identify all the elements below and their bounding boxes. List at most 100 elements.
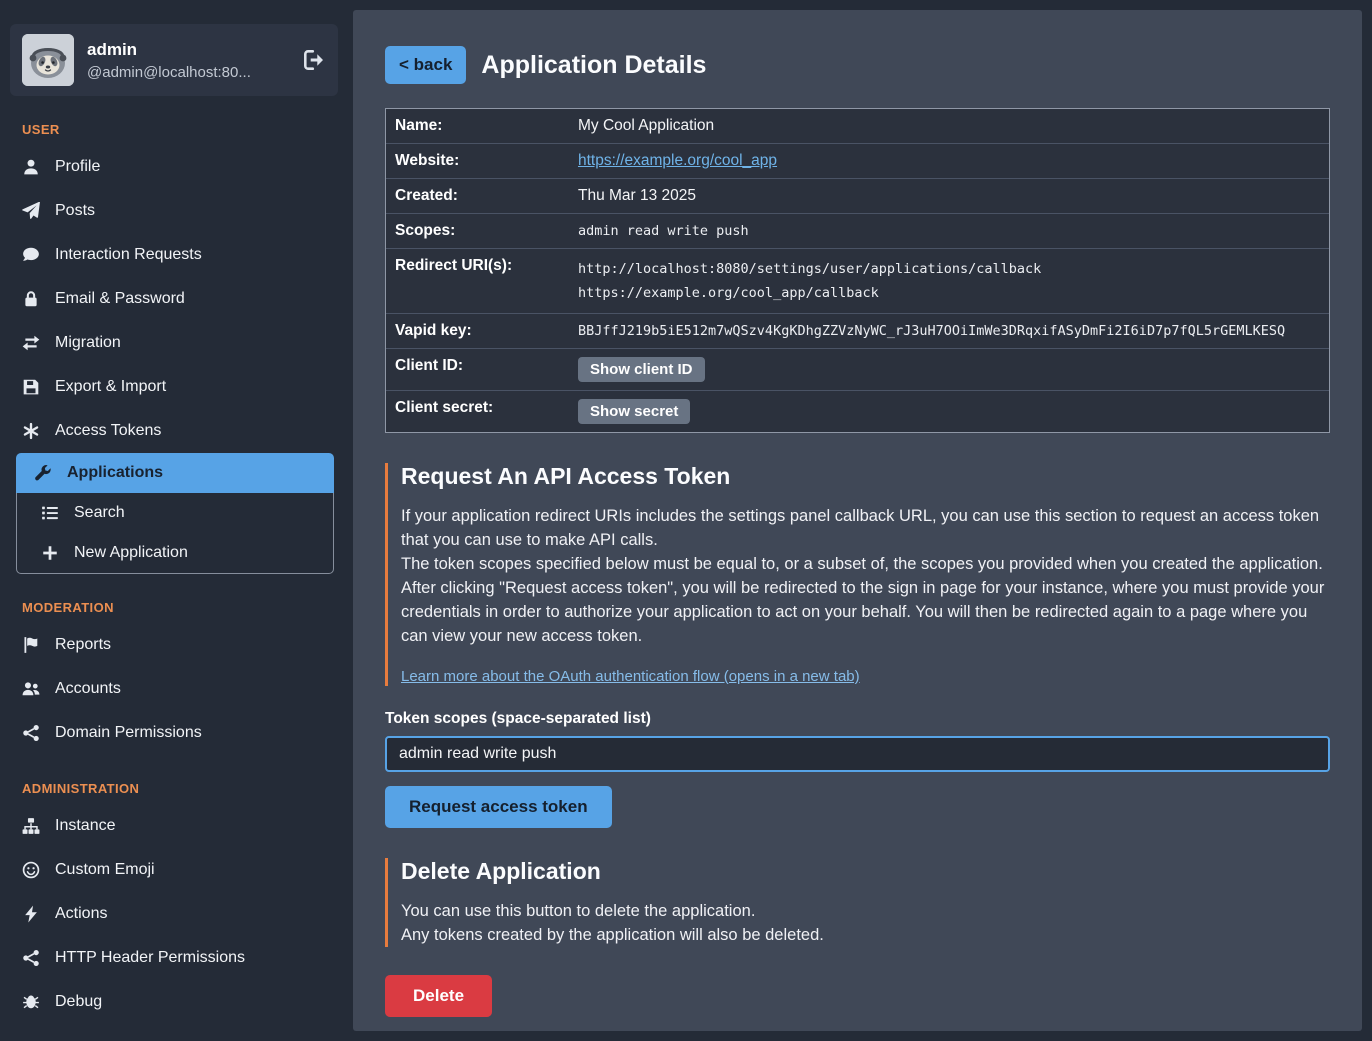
user-card: admin @admin@localhost:80... <box>10 24 338 96</box>
row-label: Scopes: <box>386 214 578 248</box>
section-title-moderation: MODERATION <box>22 600 345 615</box>
sidebar-item-custom-emoji[interactable]: Custom Emoji <box>0 848 345 892</box>
row-value: Show client ID <box>578 349 1329 390</box>
sidebar-item-label: New Application <box>74 542 188 564</box>
row-label: Vapid key: <box>386 314 578 348</box>
token-scopes-label: Token scopes (space-separated list) <box>385 710 1330 728</box>
sidebar-item-instance[interactable]: Instance <box>0 804 345 848</box>
sidebar-item-profile[interactable]: Profile <box>0 145 345 189</box>
row-label: Client ID: <box>386 349 578 390</box>
table-row-website: Website: https://example.org/cool_app <box>386 144 1329 179</box>
users-icon <box>22 680 40 698</box>
row-label: Website: <box>386 144 578 178</box>
sidebar-item-label: HTTP Header Permissions <box>55 947 245 969</box>
logout-icon[interactable] <box>302 48 326 72</box>
show-client-id-button[interactable]: Show client ID <box>578 357 705 382</box>
request-token-heading: Request An API Access Token <box>401 463 1330 490</box>
row-value: admin read write push <box>578 214 1329 248</box>
sidebar-item-label: Custom Emoji <box>55 859 155 881</box>
sidebar-item-label: Reports <box>55 634 111 656</box>
request-access-token-button[interactable]: Request access token <box>385 786 612 828</box>
sidebar-item-domain-permissions[interactable]: Domain Permissions <box>0 711 345 755</box>
row-value: Show secret <box>578 391 1329 432</box>
row-value: Thu Mar 13 2025 <box>578 179 1329 213</box>
user-name: admin <box>87 40 289 60</box>
delete-paragraph: Any tokens created by the application wi… <box>401 923 1330 947</box>
delete-button[interactable]: Delete <box>385 975 492 1017</box>
sidebar-item-http-header-permissions[interactable]: HTTP Header Permissions <box>0 936 345 980</box>
sidebar-item-label: Instance <box>55 815 115 837</box>
table-row-scopes: Scopes: admin read write push <box>386 214 1329 249</box>
sidebar-item-label: Access Tokens <box>55 420 161 442</box>
delete-application-heading: Delete Application <box>401 858 1330 885</box>
token-scopes-input[interactable] <box>385 736 1330 772</box>
redirect-uri: https://example.org/cool_app/callback <box>578 281 1319 305</box>
sidebar-item-label: Export & Import <box>55 376 166 398</box>
request-token-paragraph: The token scopes specified below must be… <box>401 552 1330 576</box>
sidebar-item-label: Email & Password <box>55 288 185 310</box>
sidebar-item-reports[interactable]: Reports <box>0 623 345 667</box>
bolt-icon <box>22 905 40 923</box>
main-panel: < back Application Details Name: My Cool… <box>353 10 1362 1031</box>
sidebar-item-migration[interactable]: Migration <box>0 321 345 365</box>
row-label: Redirect URI(s): <box>386 249 578 313</box>
oauth-docs-link[interactable]: Learn more about the OAuth authenticatio… <box>401 668 860 685</box>
table-row-name: Name: My Cool Application <box>386 109 1329 144</box>
applications-submenu: Search New Application <box>16 493 334 574</box>
sidebar-item-interaction-requests[interactable]: Interaction Requests <box>0 233 345 277</box>
sidebar-item-label: Search <box>74 502 125 524</box>
sidebar-item-label: Posts <box>55 200 95 222</box>
row-value: https://example.org/cool_app <box>578 144 1329 178</box>
sidebar-item-label: Actions <box>55 903 107 925</box>
list-icon <box>41 504 59 522</box>
lock-icon <box>22 290 40 308</box>
sidebar-item-label: Applications <box>67 462 163 484</box>
sidebar-item-actions[interactable]: Actions <box>0 892 345 936</box>
sidebar-item-label: Accounts <box>55 678 121 700</box>
sidebar: admin @admin@localhost:80... USER Profil… <box>0 0 345 1041</box>
applications-group: Applications Search New Application <box>16 453 334 574</box>
sidebar-item-label: Migration <box>55 332 121 354</box>
sidebar-item-label: Debug <box>55 991 102 1013</box>
redirect-uri: http://localhost:8080/settings/user/appl… <box>578 257 1319 281</box>
bug-icon <box>22 993 40 1011</box>
row-value: BBJffJ219b5iE512m7wQSzv4KgKDhgZZVzNyWC_r… <box>578 314 1329 348</box>
table-row-client-id: Client ID: Show client ID <box>386 349 1329 391</box>
page-header: < back Application Details <box>385 46 1330 84</box>
back-button[interactable]: < back <box>385 46 466 84</box>
smiley-icon <box>22 861 40 879</box>
sidebar-item-applications-search[interactable]: Search <box>17 493 333 533</box>
show-secret-button[interactable]: Show secret <box>578 399 690 424</box>
page-title: Application Details <box>481 51 706 80</box>
asterisk-icon <box>22 422 40 440</box>
website-link[interactable]: https://example.org/cool_app <box>578 152 777 170</box>
table-row-redirect-uris: Redirect URI(s): http://localhost:8080/s… <box>386 249 1329 314</box>
sidebar-item-accounts[interactable]: Accounts <box>0 667 345 711</box>
flag-icon <box>22 636 40 654</box>
sidebar-item-label: Domain Permissions <box>55 722 202 744</box>
request-token-paragraph: If your application redirect URIs includ… <box>401 504 1330 552</box>
sidebar-item-export-import[interactable]: Export & Import <box>0 365 345 409</box>
application-details-table: Name: My Cool Application Website: https… <box>385 108 1330 433</box>
arrows-left-right-icon <box>22 334 40 352</box>
sidebar-item-email-password[interactable]: Email & Password <box>0 277 345 321</box>
sidebar-item-posts[interactable]: Posts <box>0 189 345 233</box>
section-title-administration: ADMINISTRATION <box>22 781 345 796</box>
row-value: http://localhost:8080/settings/user/appl… <box>578 249 1329 313</box>
row-label: Name: <box>386 109 578 143</box>
sidebar-item-access-tokens[interactable]: Access Tokens <box>0 409 345 453</box>
sidebar-item-debug[interactable]: Debug <box>0 980 345 1024</box>
user-icon <box>22 158 40 176</box>
user-meta: admin @admin@localhost:80... <box>87 40 289 81</box>
share-nodes-icon <box>22 949 40 967</box>
sidebar-item-new-application[interactable]: New Application <box>17 533 333 573</box>
sloth-avatar <box>22 34 74 86</box>
row-value: My Cool Application <box>578 109 1329 143</box>
row-label: Created: <box>386 179 578 213</box>
delete-application-section: Delete Application You can use this butt… <box>385 858 1330 947</box>
request-token-section: Request An API Access Token If your appl… <box>385 463 1330 686</box>
table-row-vapid-key: Vapid key: BBJffJ219b5iE512m7wQSzv4KgKDh… <box>386 314 1329 349</box>
sitemap-icon <box>22 817 40 835</box>
table-row-created: Created: Thu Mar 13 2025 <box>386 179 1329 214</box>
sidebar-item-applications-selected[interactable]: Applications <box>16 453 334 493</box>
